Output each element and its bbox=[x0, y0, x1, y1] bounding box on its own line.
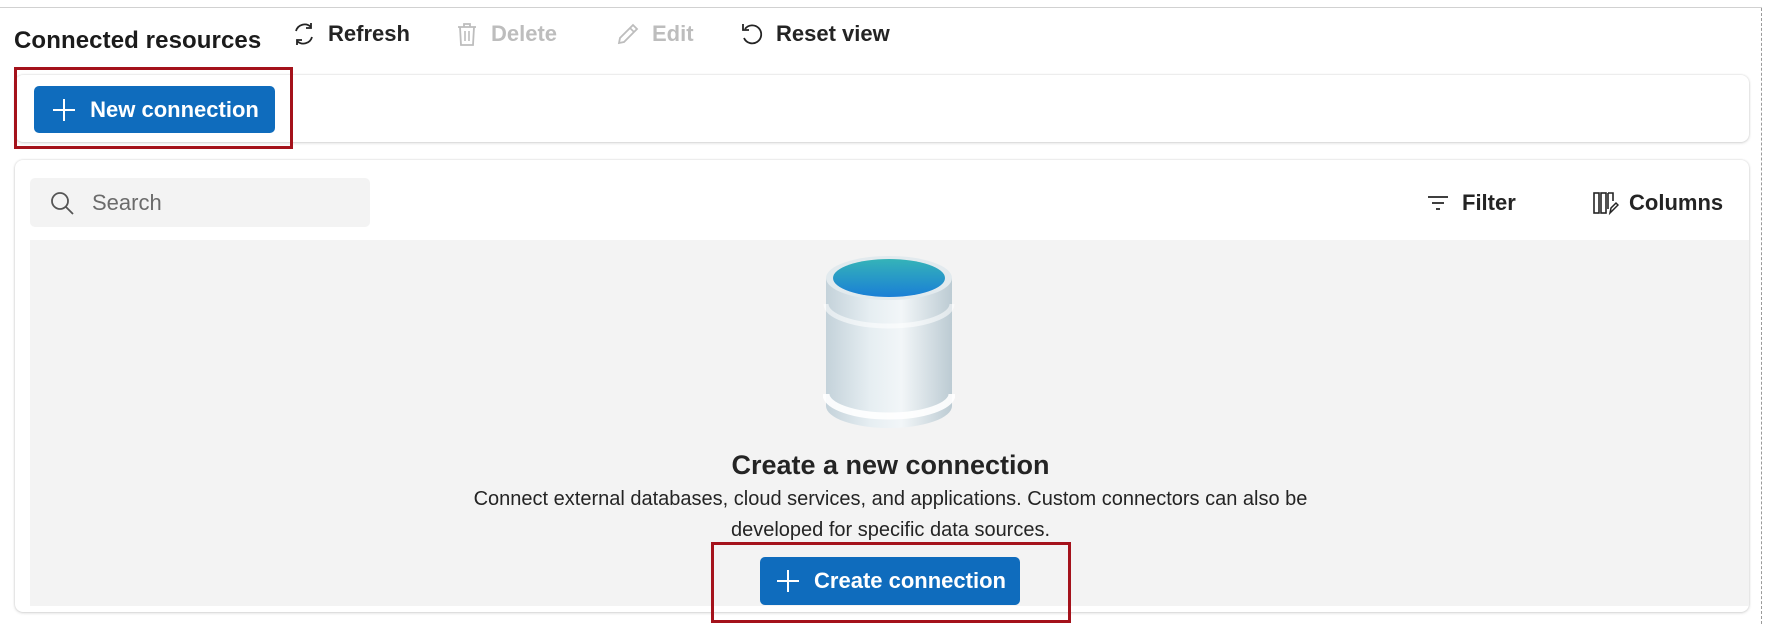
search-box[interactable] bbox=[30, 178, 370, 227]
refresh-label: Refresh bbox=[328, 20, 410, 46]
pencil-icon bbox=[614, 20, 642, 48]
create-connection-label: Create connection bbox=[814, 568, 1006, 593]
delete-button[interactable]: Delete bbox=[453, 0, 557, 67]
search-icon bbox=[48, 189, 76, 217]
trash-icon bbox=[453, 20, 481, 48]
search-input[interactable] bbox=[92, 189, 352, 216]
delete-label: Delete bbox=[491, 20, 558, 46]
filter-icon bbox=[1424, 189, 1452, 217]
columns-icon bbox=[1591, 189, 1619, 217]
right-dashed-edge bbox=[1761, 8, 1762, 624]
reset-view-label: Reset view bbox=[776, 20, 890, 46]
refresh-icon bbox=[290, 20, 318, 48]
command-toolbar bbox=[15, 75, 1749, 142]
filter-label: Filter bbox=[1462, 190, 1516, 215]
new-connection-button[interactable]: New connection bbox=[34, 86, 275, 133]
plus-icon bbox=[50, 96, 78, 124]
columns-button[interactable]: Columns bbox=[1591, 186, 1723, 220]
plus-icon bbox=[774, 567, 802, 595]
database-icon bbox=[822, 254, 956, 430]
connected-resources-page: Connected resources New connection Refre… bbox=[0, 0, 1774, 624]
edit-label: Edit bbox=[652, 20, 694, 46]
empty-state-title: Create a new connection bbox=[731, 450, 1050, 480]
reset-icon bbox=[738, 20, 766, 48]
new-connection-label: New connection bbox=[90, 96, 259, 122]
refresh-button[interactable]: Refresh bbox=[290, 0, 410, 67]
reset-view-button[interactable]: Reset view bbox=[738, 0, 890, 67]
create-connection-button[interactable]: Create connection bbox=[760, 557, 1020, 605]
section-title: Connected resources bbox=[14, 27, 262, 54]
filter-button[interactable]: Filter bbox=[1424, 186, 1516, 220]
edit-button[interactable]: Edit bbox=[614, 0, 694, 67]
empty-state-description: Connect external databases, cloud servic… bbox=[473, 488, 1308, 541]
columns-label: Columns bbox=[1629, 190, 1724, 215]
